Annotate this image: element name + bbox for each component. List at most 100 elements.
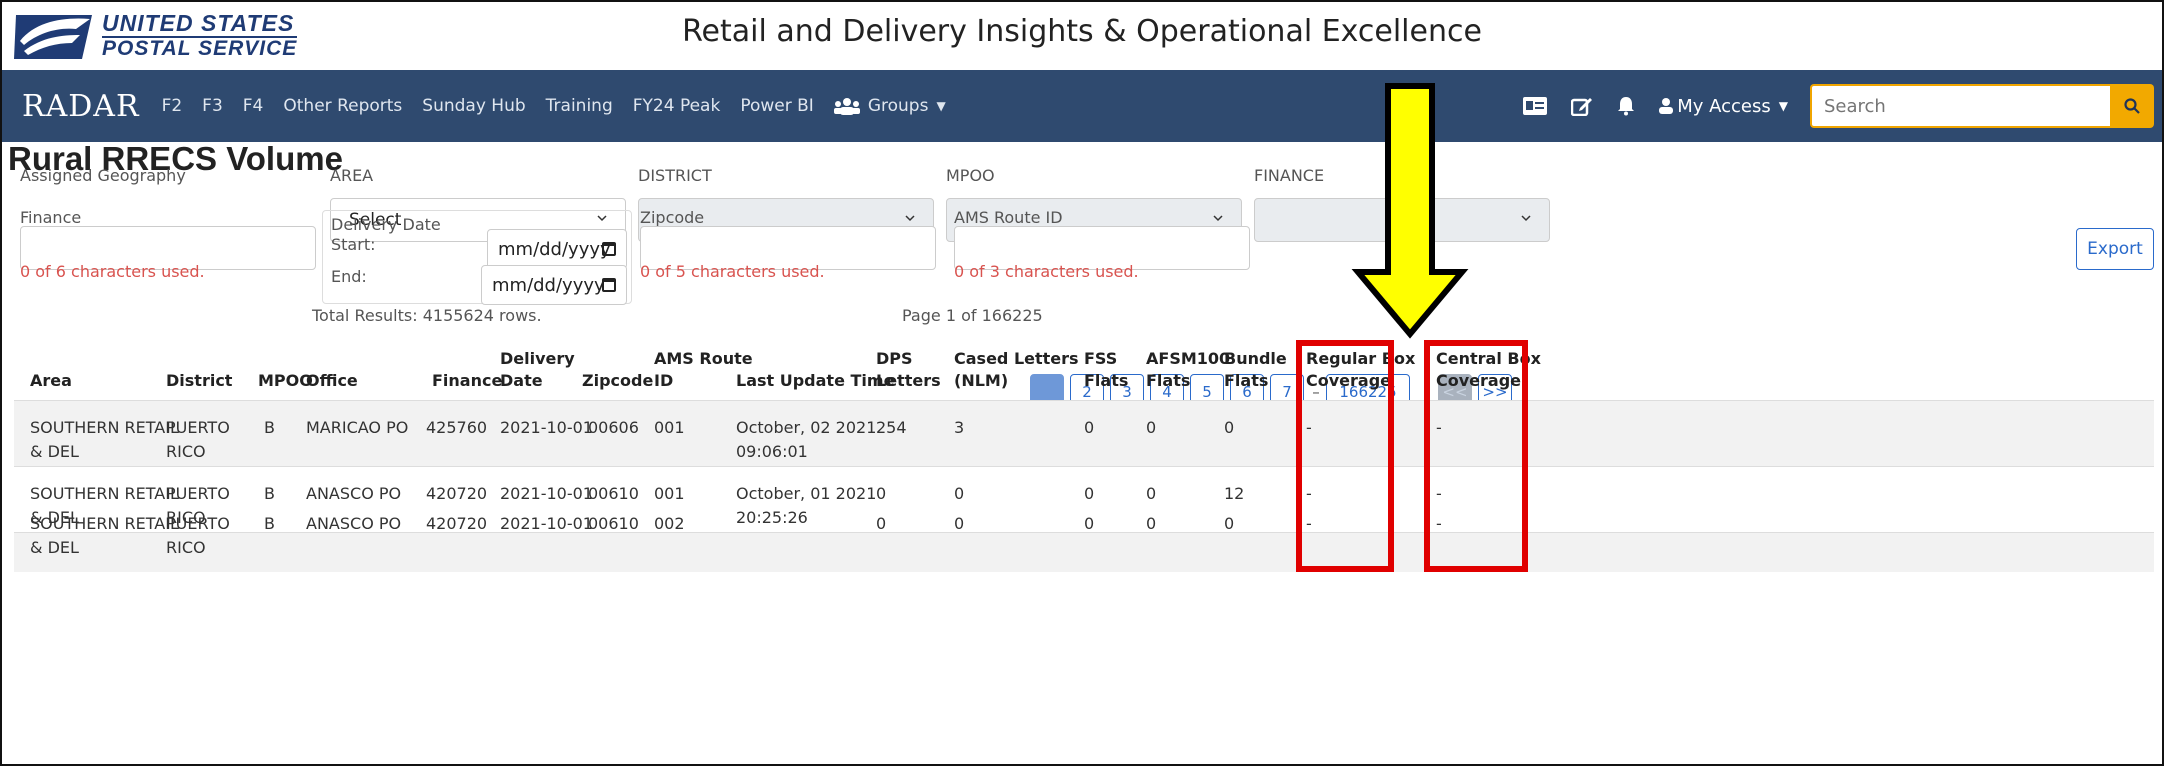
zipcode-label: Zipcode [640, 208, 705, 227]
col-header-bundle-flats[interactable]: Bundle Flats [1224, 348, 1287, 392]
edit-icon[interactable] [1571, 96, 1593, 116]
cell-district: PUERTO RICO [166, 418, 230, 461]
col-header-office[interactable]: Office [306, 370, 358, 392]
col-header-area[interactable]: Area [30, 370, 72, 392]
col-header-zipcode[interactable]: Zipcode [582, 370, 653, 392]
cell-office: MARICAO PO [306, 418, 409, 437]
calendar-icon[interactable] [602, 278, 616, 292]
groups-icon [833, 98, 860, 115]
mpoo-label: MPOO [946, 166, 995, 185]
cell-cased-letters: 0 [954, 484, 965, 503]
total-results: Total Results: 4155624 rows. [312, 306, 542, 325]
cell-last-update: October, 02 2021 09:06:01 [736, 418, 877, 461]
col-header-delivery-date-line2: Date [500, 371, 543, 390]
nav-link-f4[interactable]: F4 [243, 96, 264, 116]
user-icon [1659, 98, 1674, 114]
district-label: DISTRICT [638, 166, 712, 185]
chevron-down-icon [1521, 215, 1531, 222]
col-header-afsm100-flats[interactable]: AFSM100 Flats [1146, 348, 1230, 392]
export-button[interactable]: Export [2076, 228, 2154, 270]
col-header-finance[interactable]: Finance [432, 370, 502, 392]
cell-office: ANASCO PO [306, 514, 402, 533]
col-header-cased-line2: (NLM) [954, 371, 1009, 390]
search-input[interactable] [1810, 84, 2110, 128]
table-row [14, 532, 2154, 572]
cell-afsm100-flats: 0 [1146, 514, 1157, 533]
ams-route-counter: 0 of 3 characters used. [954, 262, 1139, 281]
chevron-down-icon [1213, 215, 1223, 222]
cell-delivery-date: 2021-10-01 [500, 418, 593, 437]
cell-ams-route: 001 [654, 484, 685, 503]
cell-dps-letters: 254 [876, 418, 907, 437]
col-header-ams-line1: AMS Route [654, 349, 753, 368]
groups-dropdown[interactable]: Groups ▼ [833, 96, 946, 116]
delivery-date-group: Delivery Date Start: mm/dd/yyyy End: mm/… [322, 210, 632, 305]
my-access-dropdown[interactable]: My Access ▼ [1659, 96, 1788, 117]
col-header-district[interactable]: District [166, 370, 232, 392]
col-header-cased-letters[interactable]: Cased Letters (NLM) [954, 348, 1079, 392]
cell-afsm100-flats: 0 [1146, 484, 1157, 503]
nav-link-other-reports[interactable]: Other Reports [283, 96, 402, 116]
cell-fss-flats: 0 [1084, 418, 1095, 437]
central-box-highlight [1424, 340, 1528, 572]
cell-delivery-date: 2021-10-01 [500, 484, 593, 503]
col-header-fss-line2: Flats [1084, 371, 1129, 390]
col-header-bundle-line1: Bundle [1224, 349, 1287, 368]
nav-link-f2[interactable]: F2 [162, 96, 183, 116]
nav-link-power-bi[interactable]: Power BI [740, 96, 813, 116]
assigned-geography-label: Assigned Geography [20, 166, 186, 185]
cell-dps-letters: 0 [876, 514, 887, 533]
col-header-fss-flats[interactable]: FSS Flats [1084, 348, 1128, 392]
cell-zipcode: 00610 [588, 514, 639, 533]
search-icon [2124, 98, 2140, 114]
cell-fss-flats: 0 [1084, 484, 1095, 503]
col-header-afsm-line2: Flats [1146, 371, 1191, 390]
cell-ams-route: 001 [654, 418, 685, 437]
cell-district: PUERTO RICO [166, 514, 230, 557]
chevron-down-icon [905, 215, 915, 222]
col-header-dps-line2: Letters [876, 371, 941, 390]
cell-zipcode: 00610 [588, 484, 639, 503]
cell-mpoo: B [264, 484, 275, 503]
cell-ams-route: 002 [654, 514, 685, 533]
cell-cased-letters: 3 [954, 418, 965, 437]
col-header-dps-line1: DPS [876, 349, 913, 368]
nav-link-training[interactable]: Training [546, 96, 613, 116]
finance-top-label: FINANCE [1254, 166, 1325, 185]
my-access-label: My Access [1677, 95, 1771, 117]
col-header-dps-letters[interactable]: DPS Letters [876, 348, 941, 392]
col-header-afsm-line1: AFSM100 [1146, 349, 1231, 368]
cell-mpoo: B [264, 514, 275, 533]
cell-bundle-flats: 0 [1224, 418, 1235, 437]
cell-finance: 425760 [426, 418, 488, 437]
cell-fss-flats: 0 [1084, 514, 1095, 533]
groups-label: Groups [867, 96, 929, 116]
col-header-delivery-date[interactable]: Delivery Date [500, 348, 575, 392]
delivery-date-label: Delivery Date [331, 215, 441, 234]
chevron-down-icon: ▼ [1778, 99, 1788, 113]
nav-link-sunday-hub[interactable]: Sunday Hub [422, 96, 525, 116]
cell-area: SOUTHERN RETAIL & DEL [30, 418, 179, 461]
cell-bundle-flats: 12 [1224, 484, 1245, 503]
bell-icon[interactable] [1617, 96, 1635, 116]
calendar-icon[interactable] [602, 242, 616, 256]
col-header-last-update[interactable]: Last Update Time [736, 370, 894, 392]
cell-bundle-flats: 0 [1224, 514, 1235, 533]
cell-finance: 420720 [426, 484, 488, 503]
search-button[interactable] [2110, 84, 2154, 128]
nav-link-fy24-peak[interactable]: FY24 Peak [633, 96, 721, 116]
page-info: Page 1 of 166225 [902, 306, 1043, 325]
cell-dps-letters: 0 [876, 484, 887, 503]
cell-mpoo: B [264, 418, 275, 437]
end-date-input[interactable]: mm/dd/yyyy [481, 265, 627, 305]
nav-brand-radar[interactable]: RADAR [22, 89, 140, 124]
col-header-bundle-line2: Flats [1224, 371, 1269, 390]
start-date-input[interactable]: mm/dd/yyyy [487, 229, 627, 269]
id-card-icon[interactable] [1523, 97, 1548, 115]
cell-delivery-date: 2021-10-01 [500, 514, 593, 533]
nav-link-f3[interactable]: F3 [202, 96, 223, 116]
finance-label: Finance [20, 208, 82, 227]
col-header-mpoo[interactable]: MPOO [258, 370, 313, 392]
col-header-fss-line1: FSS [1084, 349, 1118, 368]
cell-zipcode: 00606 [588, 418, 639, 437]
